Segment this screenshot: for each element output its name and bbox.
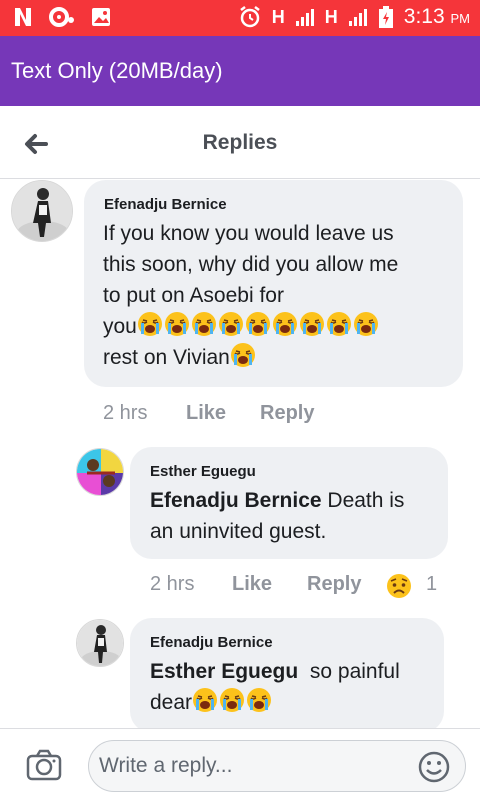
status-right-icons: H H 3:13 PM [238,5,470,29]
status-bar: H H 3:13 PM [0,0,480,36]
crying-emoji-icon [353,311,379,337]
crying-emoji-icon [137,311,163,337]
comment-time: 2 hrs [150,573,195,595]
crying-emoji-icon [245,311,271,337]
clock: 3:13 PM [403,5,470,28]
reply-button[interactable]: Reply [307,573,361,596]
avatar[interactable] [11,180,73,242]
alarm-icon [240,6,260,28]
app-bar-title: Text Only (20MB/day) [11,58,223,83]
crying-emoji-icon [326,311,352,337]
comment-line: rest on Vivian [103,342,453,373]
crying-emoji-icon [191,311,217,337]
crying-emoji-icon [272,311,298,337]
comment-author[interactable]: Esther Eguegu [150,463,256,480]
comment-text: Esther Eguegu so painful dear [150,656,440,718]
comment-line: you [103,311,453,342]
like-button[interactable]: Like [186,402,226,425]
comment-line: to put on Asoebi for [103,284,284,307]
comment-text: If you know you would leave us this soon… [103,218,453,373]
signal-type-1: H [271,6,285,27]
crying-emoji-row [137,312,380,338]
gallery-icon [92,8,110,26]
sad-reaction-icon[interactable] [385,572,413,605]
reply-input[interactable]: Write a reply... [88,740,466,792]
crying-emoji-icon [299,311,325,337]
comment-text: Efenadju Bernice Death is an uninvited g… [150,485,440,547]
replies-header: Replies [0,106,480,179]
avatar[interactable] [76,448,124,496]
avatar[interactable] [76,619,124,667]
netflix-icon [15,8,31,26]
like-button[interactable]: Like [232,573,272,596]
crying-emoji-icon [246,687,272,713]
comment-line: If you know you would leave us [103,222,394,245]
comment-line: dear [150,687,440,718]
reply-composer: Write a reply... [0,728,480,800]
signal-icon-2 [348,9,367,26]
comment-line: Efenadju Bernice Death is [150,489,405,512]
mention-link[interactable]: Esther Eguegu [150,660,298,683]
reply-button[interactable]: Reply [260,402,314,425]
comment-line: this soon, why did you allow me [103,253,399,276]
app-bar: Text Only (20MB/day) [0,36,480,106]
mention-link[interactable]: Efenadju Bernice [150,489,322,512]
reaction-count[interactable]: 1 [426,573,437,596]
comment-line: an uninvited guest. [150,520,327,543]
status-left-icons [12,6,112,28]
comment-time: 2 hrs [103,402,148,424]
comment-line: Esther Eguegu so painful [150,660,400,683]
page-title: Replies [202,131,278,154]
reply-placeholder: Write a reply... [99,754,233,777]
crying-emoji-icon [219,687,245,713]
crying-emoji-icon [230,342,256,368]
battery-charging-icon [378,6,393,28]
notification-icon [49,7,74,27]
signal-type-2: H [324,6,338,27]
sticker-icon[interactable] [417,750,451,784]
camera-icon[interactable] [26,749,62,781]
comment-author[interactable]: Efenadju Bernice [150,634,273,651]
crying-emoji-icon [164,311,190,337]
signal-icon-1 [295,9,314,26]
crying-emoji-icon [218,311,244,337]
crying-emoji-icon [192,687,218,713]
comment-author[interactable]: Efenadju Bernice [104,196,227,213]
